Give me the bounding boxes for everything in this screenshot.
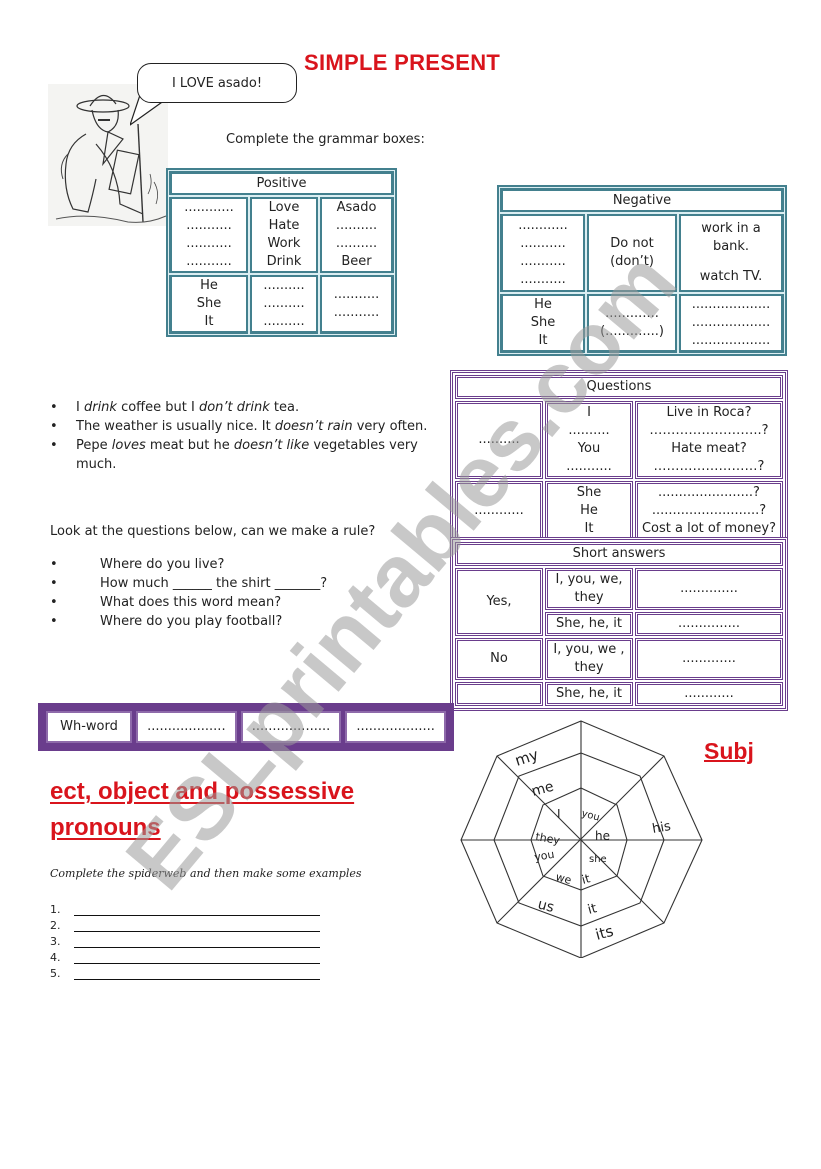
web-word: its [593, 922, 615, 944]
pronouns-heading-side: Subj [704, 738, 754, 764]
web-word: I [557, 807, 561, 821]
short-answer-empty [455, 682, 543, 706]
web-word: you [580, 808, 601, 823]
speech-bubble-text: I LOVE asado! [171, 75, 263, 91]
pronouns-heading: ect, object and possessive pronouns [50, 778, 355, 841]
speech-bubble: I LOVE asado! [137, 63, 297, 103]
example-line[interactable]: 3. [50, 932, 320, 948]
questions-third-verbs-cell[interactable]: .......................? ...............… [635, 481, 783, 541]
positive-subjects-cell[interactable]: ............ ........... ........... ...… [168, 195, 250, 275]
short-answer-subject: She, he, it [545, 612, 633, 636]
short-answer-yes: Yes, [455, 568, 543, 636]
questions-aux-cell[interactable]: .......... [455, 401, 543, 479]
negative-table: Negative ............ ........... ......… [497, 185, 787, 356]
web-word: they [534, 830, 561, 847]
web-word: me [530, 779, 556, 800]
web-word: his [651, 819, 672, 837]
example-sentences: I drink coffee but I don’t drink tea.The… [50, 398, 440, 474]
web-word: it [586, 901, 598, 918]
positive-third-verbs-cell[interactable]: .......... .......... .......... [248, 273, 320, 335]
questions-verbs-cell[interactable]: Live in Roca? ……………………..? Hate meat? ………… [635, 401, 783, 479]
positive-objects-cell[interactable]: Asado .......... .......... Beer [318, 195, 395, 275]
questions-list: Where do you live? How much ______ the s… [50, 555, 440, 631]
question-item: Where do you play football? [50, 612, 440, 631]
question-item: Where do you live? [50, 555, 440, 574]
page-title: SIMPLE PRESENT [304, 50, 501, 75]
questions-table: Questions .......... I .......... You ..… [450, 370, 788, 546]
spiderweb-diagram: my me I you they he you she we it his us… [460, 720, 703, 958]
positive-header: Positive [168, 170, 395, 197]
web-word: you [533, 848, 555, 864]
question-item: How much ______ the shirt _______? [50, 574, 440, 593]
web-word: he [595, 829, 610, 843]
web-word: my [513, 745, 541, 769]
spiderweb-instruction: Complete the spiderweb and then make som… [50, 867, 362, 880]
negative-third-aux-cell[interactable]: ............. (.............) [585, 292, 679, 354]
short-answer-blank[interactable]: ............... [635, 612, 783, 636]
negative-aux-cell: Do not (don’t) [585, 212, 679, 294]
example-line[interactable]: 4. [50, 948, 320, 964]
questions-third-aux-cell[interactable]: ............ [455, 481, 543, 541]
negative-third-complements-cell[interactable]: ................... ................... … [677, 292, 785, 354]
short-answers-table: Short answers Yes, I, you, we, they ....… [450, 537, 788, 711]
wh-word-table: Wh-word ................... ............… [38, 703, 454, 751]
example-sentence: The weather is usually nice. It doesn’t … [50, 417, 440, 436]
wh-word-blank[interactable]: ................... [345, 711, 446, 743]
positive-table: Positive ............ ........... ......… [166, 168, 397, 337]
short-answer-no: No [455, 638, 543, 680]
example-lines: 1. 2. 3. 4. 5. [50, 900, 320, 980]
negative-subjects-cell[interactable]: ............ ........... ........... ...… [499, 212, 587, 294]
wh-word-label: Wh-word [46, 711, 132, 743]
example-line[interactable]: 2. [50, 916, 320, 932]
wh-word-blank[interactable]: ................... [136, 711, 237, 743]
questions-header: Questions [455, 375, 783, 399]
web-word: it [580, 871, 592, 887]
web-word: we [554, 870, 573, 887]
short-answer-blank[interactable]: ............. [635, 638, 783, 680]
negative-third-person-cell: He She It [499, 292, 587, 354]
positive-third-person-cell: He She It [168, 273, 250, 335]
negative-complements-cell: work in a bank. watch TV. [677, 212, 785, 294]
positive-third-objects-cell[interactable]: ........... ........... [318, 273, 395, 335]
positive-verbs-cell: Love Hate Work Drink [248, 195, 320, 275]
short-answer-subject: I, you, we, they [545, 568, 633, 610]
questions-third-subjects-cell: She He It [545, 481, 633, 541]
example-line[interactable]: 1. [50, 900, 320, 916]
negative-header: Negative [499, 187, 785, 214]
short-answers-header: Short answers [455, 542, 783, 566]
example-sentence: I drink coffee but I don’t drink tea. [50, 398, 440, 417]
example-sentence: Pepe loves meat but he doesn’t like vege… [50, 436, 440, 474]
example-line[interactable]: 5. [50, 964, 320, 980]
wh-word-blank[interactable]: ................... [240, 711, 342, 743]
question-item: What does this word mean? [50, 593, 440, 612]
questions-subjects-cell[interactable]: I .......... You ........... [545, 401, 633, 479]
short-answer-blank[interactable]: ............ [635, 682, 783, 706]
short-answer-subject: I, you, we , they [545, 638, 633, 680]
short-answer-blank[interactable]: .............. [635, 568, 783, 610]
short-answer-subject: She, he, it [545, 682, 633, 706]
web-word: us [536, 896, 556, 916]
web-word: she [589, 854, 607, 865]
instruction-text: Complete the grammar boxes: [226, 132, 425, 147]
rule-question: Look at the questions below, can we make… [50, 524, 376, 539]
